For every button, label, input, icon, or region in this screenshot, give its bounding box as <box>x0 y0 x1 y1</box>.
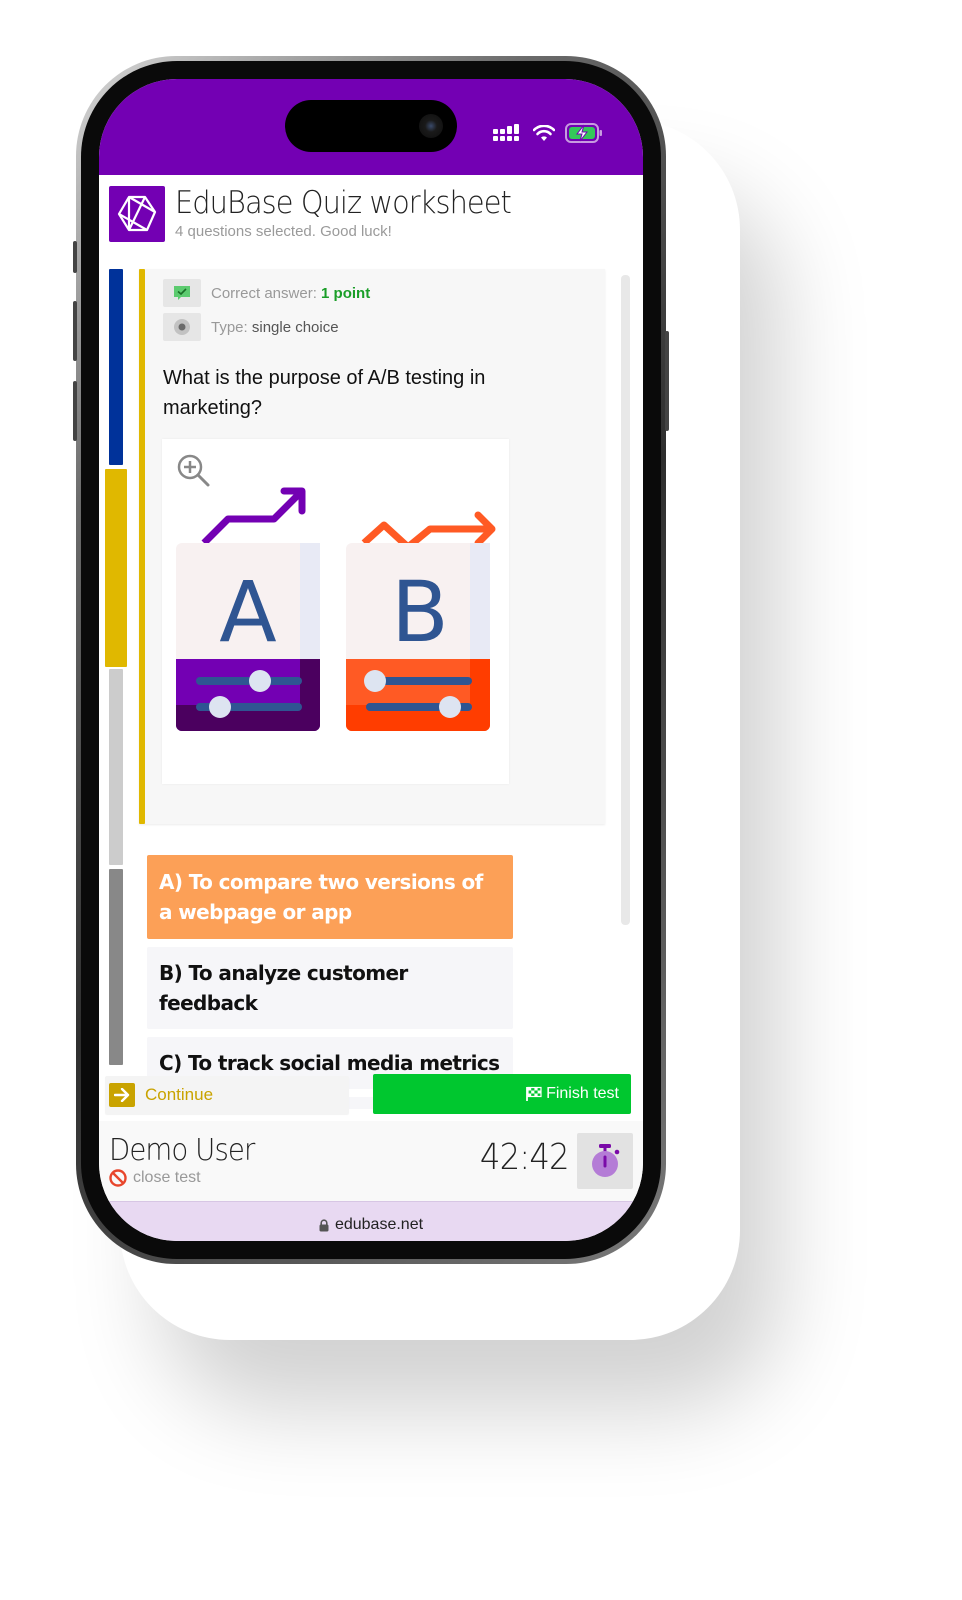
progress-segment-q1[interactable] <box>109 269 123 465</box>
wifi-icon <box>533 124 555 141</box>
ab-testing-illustration: A B <box>176 487 496 731</box>
stopwatch-icon <box>592 1144 620 1177</box>
svg-text:A: A <box>219 563 276 661</box>
side-button-power <box>665 331 669 431</box>
status-icons <box>493 123 603 143</box>
phone-screen: EduBase Quiz worksheet 4 questions selec… <box>99 79 643 1241</box>
front-camera-icon <box>419 114 443 138</box>
page-title: EduBase Quiz worksheet <box>175 185 512 221</box>
progress-segment-q4[interactable] <box>109 869 123 1065</box>
edubase-logo-icon[interactable] <box>109 186 165 242</box>
continue-button[interactable]: Continue <box>105 1076 349 1114</box>
correct-answer-row: Correct answer: 1 point <box>163 279 370 307</box>
finish-test-button[interactable]: Finish test <box>373 1074 631 1114</box>
question-type-value: single choice <box>251 318 339 336</box>
side-button-volume-up <box>73 301 77 361</box>
question-card: Correct answer: 1 point Type: single cho… <box>139 269 605 824</box>
finish-test-label: Finish test <box>546 1085 619 1102</box>
page-subtitle: 4 questions selected. Good luck! <box>175 223 392 240</box>
question-type-label: Type: <box>211 318 248 336</box>
check-bubble-icon <box>163 279 201 307</box>
progress-segment-q3[interactable] <box>109 669 123 865</box>
correct-answer-points: 1 point <box>321 284 371 302</box>
user-name: Demo User <box>109 1133 255 1168</box>
dynamic-island <box>285 100 457 152</box>
question-accent-bar <box>139 269 145 824</box>
app-header: EduBase Quiz worksheet 4 questions selec… <box>99 175 643 265</box>
cellular-signal-icon <box>493 124 519 141</box>
status-bar <box>99 79 643 175</box>
radio-button-icon <box>163 313 201 341</box>
variant-b-card: B <box>346 511 496 731</box>
progress-segment-q2[interactable] <box>105 469 127 667</box>
side-button-volume-down <box>73 381 77 441</box>
timer-button[interactable] <box>577 1133 633 1189</box>
battery-charging-icon <box>565 123 602 143</box>
svg-text:B: B <box>391 563 449 661</box>
phone-frame: EduBase Quiz worksheet 4 questions selec… <box>73 56 669 1264</box>
question-type-row: Type: single choice <box>163 313 339 341</box>
answer-option-b[interactable]: B) To analyze customer feedback <box>147 947 513 1029</box>
close-test-label: close test <box>133 1169 201 1186</box>
scrollbar[interactable] <box>621 275 630 925</box>
variant-a-card: A <box>176 487 320 731</box>
url-text: edubase.net <box>334 1216 424 1233</box>
countdown-timer: 42:42 <box>480 1137 570 1178</box>
close-test-link[interactable]: close test <box>109 1169 201 1187</box>
arrow-right-icon <box>109 1083 135 1107</box>
browser-url-bar[interactable]: edubase.net <box>99 1201 643 1241</box>
side-button-action <box>73 241 77 273</box>
prohibited-icon <box>109 1169 127 1187</box>
url-display[interactable]: edubase.net <box>99 1216 643 1234</box>
question-image[interactable]: A B <box>162 439 509 784</box>
answer-option-a[interactable]: A) To compare two versions of a webpage … <box>147 855 513 939</box>
phone-bezel: EduBase Quiz worksheet 4 questions selec… <box>73 61 669 1259</box>
checkered-flag-icon <box>526 1086 542 1101</box>
lock-icon <box>319 1218 329 1231</box>
question-text: What is the purpose of A/B testing in ma… <box>163 367 486 419</box>
test-footer: Demo User close test 42:42 <box>99 1121 643 1201</box>
continue-label: Continue <box>145 1085 214 1104</box>
correct-answer-label: Correct answer: <box>211 284 317 302</box>
